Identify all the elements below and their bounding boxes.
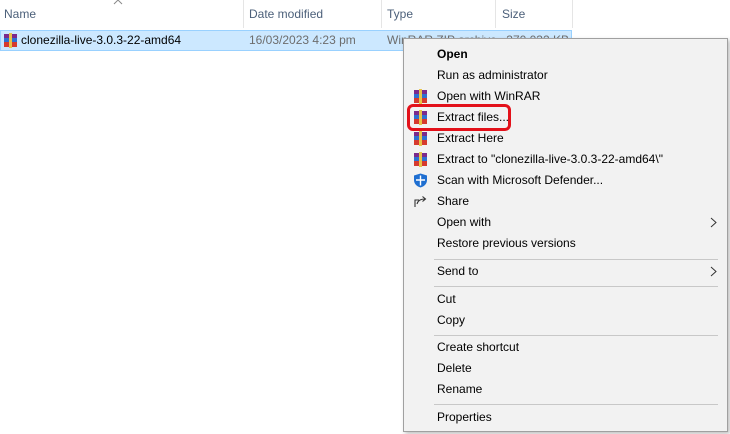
menu-item-label: Scan with Microsoft Defender... [437,173,604,187]
defender-shield-icon [414,173,427,188]
menu-separator [434,286,718,287]
winrar-icon [414,89,427,104]
column-date-modified[interactable]: Date modified [245,0,380,28]
menu-item-run-as-administrator[interactable]: Run as administrator [405,65,726,86]
chevron-right-icon [710,217,717,228]
column-name[interactable]: Name [0,0,243,28]
highlight-annotation [407,104,511,131]
menu-item-open-with[interactable]: Open with [405,212,726,233]
menu-item-label: Extract to "clonezilla-live-3.0.3-22-amd… [437,152,663,166]
file-name: clonezilla-live-3.0.3-22-amd64 [21,33,182,47]
menu-item-label: Open with [437,215,492,229]
menu-item-label: Open [437,47,468,61]
file-date-modified: 16/03/2023 4:23 pm [249,33,356,47]
menu-item-extract-to-folder[interactable]: Extract to "clonezilla-live-3.0.3-22-amd… [405,149,726,170]
menu-separator [434,404,718,405]
menu-item-label: Properties [437,410,492,424]
chevron-right-icon [710,266,717,277]
menu-item-label: Restore previous versions [437,236,576,250]
winrar-icon [414,131,427,146]
menu-item-cut[interactable]: Cut [405,289,726,310]
menu-item-label: Share [437,194,470,208]
menu-item-properties[interactable]: Properties [405,407,726,428]
menu-item-extract-here[interactable]: Extract Here [405,128,726,149]
winrar-icon [414,152,427,167]
column-size[interactable]: Size [498,0,572,28]
menu-item-label: Copy [437,313,466,327]
column-header-bar: Name Date modified Type Size [0,0,730,28]
winrar-archive-icon [4,33,17,48]
menu-separator [434,335,718,336]
menu-item-label: Send to [437,264,479,278]
column-divider[interactable] [572,0,573,28]
menu-item-share[interactable]: Share [405,191,726,212]
context-menu: Open Run as administrator Open with WinR… [403,38,728,432]
menu-item-scan-with-defender[interactable]: Scan with Microsoft Defender... [405,170,726,191]
column-type[interactable]: Type [383,0,493,28]
menu-separator [434,259,718,260]
share-icon [414,196,427,207]
menu-item-create-shortcut[interactable]: Create shortcut [405,337,726,358]
column-divider[interactable] [243,0,244,28]
menu-item-restore-previous-versions[interactable]: Restore previous versions [405,233,726,254]
column-divider[interactable] [495,0,496,28]
menu-item-label: Run as administrator [437,68,548,82]
column-divider[interactable] [381,0,382,28]
menu-item-label: Cut [437,292,456,306]
menu-item-rename[interactable]: Rename [405,379,726,400]
menu-item-copy[interactable]: Copy [405,310,726,331]
menu-item-send-to[interactable]: Send to [405,261,726,282]
menu-item-delete[interactable]: Delete [405,358,726,379]
menu-item-open[interactable]: Open [405,44,726,65]
menu-item-label: Delete [437,361,472,375]
menu-item-label: Create shortcut [437,340,520,354]
menu-item-label: Rename [437,382,483,396]
menu-item-label: Extract Here [437,131,504,145]
